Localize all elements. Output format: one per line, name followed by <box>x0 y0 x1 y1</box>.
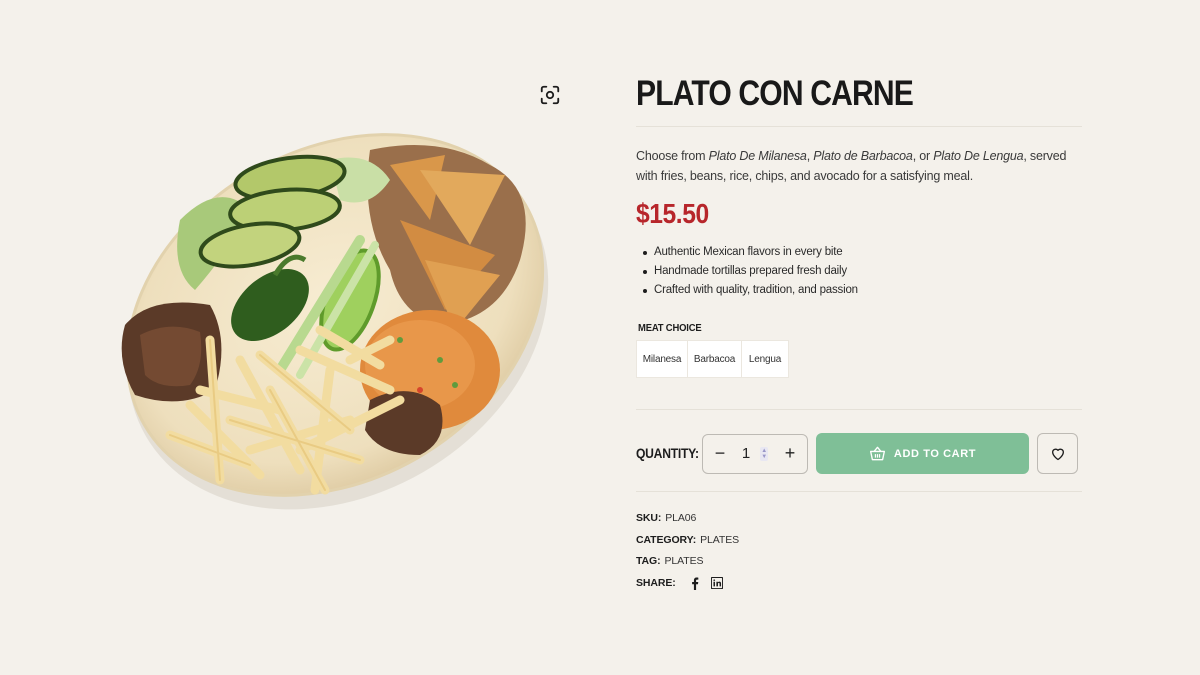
product-image[interactable] <box>100 70 580 540</box>
product-meta: SKU: PLA06 CATEGORY: PLATES TAG: PLATES … <box>636 508 1082 594</box>
title-divider <box>636 126 1082 127</box>
quantity-stepper: − 1 ▲ ▼ + <box>702 433 808 474</box>
basket-icon <box>869 446 885 461</box>
feature-item: Authentic Mexican flavors in every bite <box>636 243 1082 262</box>
quantity-plus-button[interactable]: + <box>781 443 799 463</box>
quantity-spinner-icon[interactable]: ▲ ▼ <box>760 446 769 461</box>
share-row: SHARE: <box>636 573 1082 595</box>
desc-sep-2: , or <box>912 149 934 163</box>
category-row: CATEGORY: PLATES <box>636 530 1082 552</box>
category-link[interactable]: PLATES <box>700 530 739 552</box>
desc-option-2: Plato de Barbacoa <box>813 149 913 163</box>
linkedin-share-link[interactable] <box>710 576 724 590</box>
cart-divider <box>636 491 1082 492</box>
product-description: Choose from Plato De Milanesa, Plato de … <box>636 147 1082 186</box>
plate-image <box>121 133 549 510</box>
option-barbacoa[interactable]: Barbacoa <box>687 340 742 378</box>
product-summary: PLATO CON CARNE Choose from Plato De Mil… <box>636 70 1082 594</box>
product-title: PLATO CON CARNE <box>636 74 914 113</box>
sku-row: SKU: PLA06 <box>636 508 1082 530</box>
facebook-share-link[interactable] <box>688 576 702 590</box>
meat-choice-options: Milanesa Barbacoa Lengua <box>636 340 1082 378</box>
option-milanesa[interactable]: Milanesa <box>636 340 688 378</box>
desc-prefix: Choose from <box>636 149 709 163</box>
product-price: $15.50 <box>636 198 709 229</box>
quantity-minus-button[interactable]: − <box>711 443 729 463</box>
tag-row: TAG: PLATES <box>636 551 1082 573</box>
category-label: CATEGORY: <box>636 533 697 546</box>
tag-link[interactable]: PLATES <box>664 551 703 573</box>
heart-icon <box>1051 448 1064 461</box>
feature-item: Handmade tortillas prepared fresh daily <box>636 262 1082 281</box>
add-to-cart-button[interactable]: ADD TO CART <box>816 433 1029 474</box>
tag-label: TAG: <box>636 555 661 567</box>
sku-value: PLA06 <box>665 512 697 524</box>
meat-choice-label: MEAT CHOICE <box>638 322 702 334</box>
sku-label: SKU: <box>636 512 662 524</box>
feature-list: Authentic Mexican flavors in every bite … <box>636 243 1082 300</box>
quantity-input[interactable]: 1 <box>742 445 750 462</box>
linkedin-icon <box>710 577 723 590</box>
share-label: SHARE: <box>636 576 676 589</box>
options-divider <box>636 409 1082 410</box>
feature-item: Crafted with quality, tradition, and pas… <box>636 281 1082 300</box>
add-to-cart-form: QUANTITY: − 1 ▲ ▼ + ADD TO CART <box>636 433 1082 474</box>
quantity-input-wrap[interactable]: 1 ▲ ▼ <box>742 445 769 462</box>
facebook-icon <box>691 577 698 590</box>
option-lengua[interactable]: Lengua <box>741 340 789 378</box>
quantity-label: QUANTITY: <box>636 446 699 461</box>
zoom-icon <box>540 85 560 105</box>
zoom-button[interactable] <box>538 83 562 107</box>
add-to-cart-label: ADD TO CART <box>893 447 977 460</box>
desc-option-1: Plato De Milanesa <box>708 149 807 163</box>
desc-option-3: Plato De Lengua <box>933 149 1024 163</box>
wishlist-button[interactable] <box>1037 433 1078 474</box>
